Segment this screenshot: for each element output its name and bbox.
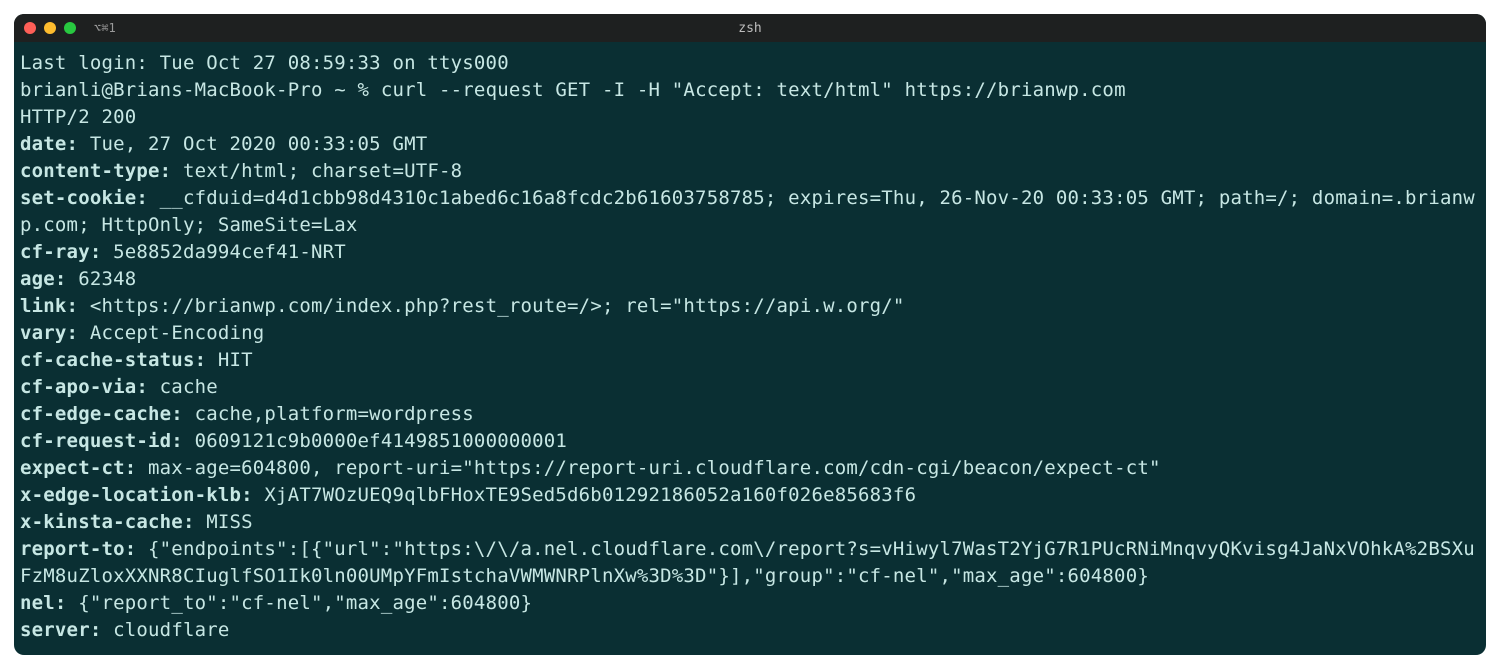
minimize-icon[interactable] [44,22,56,34]
terminal-output[interactable]: Last login: Tue Oct 27 08:59:33 on ttys0… [14,42,1486,644]
header-value: MISS [195,511,253,533]
header-key: x-kinsta-cache: [20,511,195,533]
header-value: cache [148,376,218,398]
header-key: x-edge-location-klb: [20,484,253,506]
header-key: expect-ct: [20,457,136,479]
header-key: date: [20,133,78,155]
header-key: cf-request-id: [20,430,183,452]
header-value: {"report_to":"cf-nel","max_age":604800} [67,592,533,614]
header-key: content-type: [20,160,171,182]
header-key: age: [20,268,67,290]
header-key: nel: [20,592,67,614]
header-value: 62348 [67,268,137,290]
header-value: HIT [206,349,253,371]
header-key: link: [20,295,78,317]
header-value: Accept-Encoding [78,322,264,344]
zoom-icon[interactable] [64,22,76,34]
shell-prompt: brianli@Brians-MacBook-Pro ~ % [20,79,381,101]
traffic-lights [24,22,76,34]
window-title: zsh [738,21,761,36]
header-value: <https://brianwp.com/index.php?rest_rout… [78,295,904,317]
header-value: max-age=604800, report-uri="https://repo… [136,457,1160,479]
header-key: cf-apo-via: [20,376,148,398]
close-icon[interactable] [24,22,36,34]
header-key: set-cookie: [20,187,148,209]
header-value: 5e8852da994cef41-NRT [101,241,345,263]
header-key: cf-cache-status: [20,349,206,371]
http-status-line: HTTP/2 200 [20,106,136,128]
terminal-window: ⌥⌘1 zsh Last login: Tue Oct 27 08:59:33 … [14,14,1486,655]
titlebar[interactable]: ⌥⌘1 zsh [14,14,1486,42]
header-value: text/html; charset=UTF-8 [171,160,462,182]
tab-shortcut-label: ⌥⌘1 [94,21,116,35]
last-login-line: Last login: Tue Oct 27 08:59:33 on ttys0… [20,52,509,74]
header-key: vary: [20,322,78,344]
header-value: Tue, 27 Oct 2020 00:33:05 GMT [78,133,427,155]
header-value: XjAT7WOzUEQ9qlbFHoxTE9Sed5d6b01292186052… [253,484,916,506]
header-value: __cfduid=d4d1cbb98d4310c1abed6c16a8fcdc2… [20,187,1475,236]
command-text: curl --request GET -I -H "Accept: text/h… [381,79,1126,101]
header-key: cf-ray: [20,241,101,263]
header-key: server: [20,619,101,641]
header-value: {"endpoints":[{"url":"https:\/\/a.nel.cl… [20,538,1475,587]
header-value: cloudflare [101,619,229,641]
header-key: cf-edge-cache: [20,403,183,425]
header-value: cache,platform=wordpress [183,403,474,425]
header-key: report-to: [20,538,136,560]
header-value: 0609121c9b0000ef4149851000000001 [183,430,567,452]
